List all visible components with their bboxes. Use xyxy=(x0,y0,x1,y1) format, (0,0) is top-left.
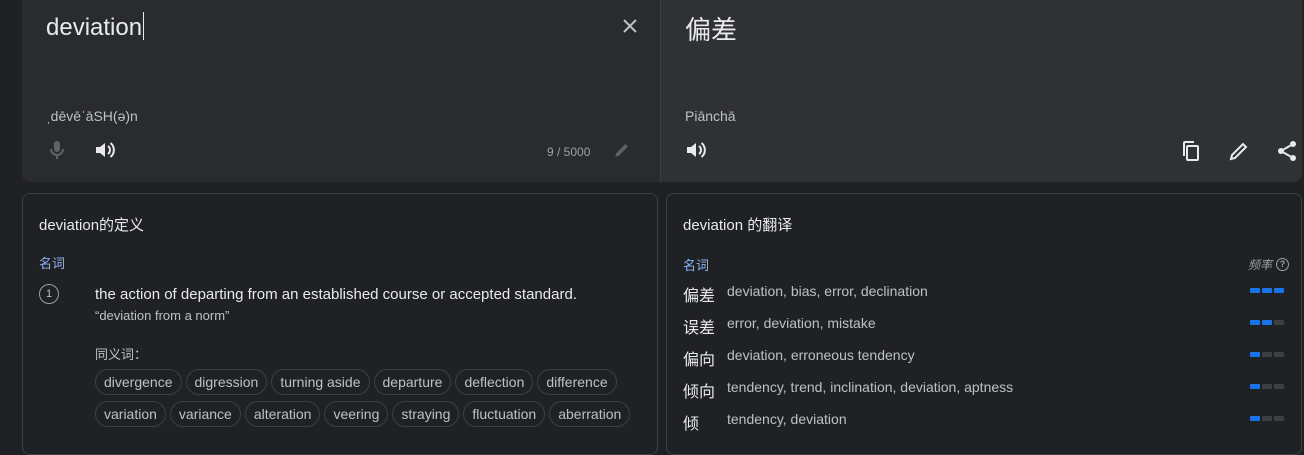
back-translations: deviation, erroneous tendency xyxy=(727,347,915,363)
speaker-icon xyxy=(687,142,706,158)
definitions-card: deviation的定义 名词 1 the action of departin… xyxy=(22,193,658,455)
edit-translation-button[interactable] xyxy=(1227,139,1251,163)
definition-example: “deviation from a norm” xyxy=(95,308,230,323)
back-translations: deviation, bias, error, declination xyxy=(727,283,928,299)
definition-number: 1 xyxy=(39,284,59,304)
synonym-chip[interactable]: variance xyxy=(169,401,241,427)
frequency-bar xyxy=(1274,384,1284,389)
back-translations: tendency, deviation xyxy=(727,411,847,427)
frequency-bars xyxy=(1250,416,1284,421)
translation-word[interactable]: 偏差 xyxy=(683,282,715,306)
translation-word[interactable]: 偏向 xyxy=(683,346,715,370)
pencil-icon xyxy=(1229,142,1248,161)
translation-word[interactable]: 倾向 xyxy=(683,378,715,402)
translation-part-of-speech: 名词 xyxy=(683,258,710,273)
frequency-bar xyxy=(1262,288,1272,293)
translation-row[interactable]: 偏差 deviation, bias, error, declination xyxy=(683,280,1284,306)
synonym-chip[interactable]: straying xyxy=(392,401,460,427)
frequency-bar xyxy=(1262,416,1272,421)
frequency-bars xyxy=(1250,288,1284,293)
definition-part-of-speech: 名词 xyxy=(39,256,66,271)
target-text: 偏差 xyxy=(685,15,738,45)
frequency-bar xyxy=(1250,384,1260,389)
translation-word[interactable]: 倾 xyxy=(683,410,699,434)
frequency-bar xyxy=(1262,352,1272,357)
frequency-header: 频率 ? xyxy=(1248,256,1289,273)
frequency-bars xyxy=(1250,384,1284,389)
synonym-chip[interactable]: alteration xyxy=(244,401,321,427)
microphone-button[interactable] xyxy=(45,138,69,162)
source-transliteration: ˌdēvēˈāSH(ə)n xyxy=(46,108,138,124)
synonym-chip[interactable]: variation xyxy=(95,401,166,427)
frequency-bar xyxy=(1274,352,1284,357)
source-pane: deviation ˌdēvēˈāSH(ə)n 9 / 5000 xyxy=(22,0,660,182)
translation-row[interactable]: 倾 tendency, deviation xyxy=(683,408,1284,434)
synonym-chip[interactable]: veering xyxy=(324,401,389,427)
synonym-chip[interactable]: deflection xyxy=(455,369,534,395)
synonyms-label: 同义词： xyxy=(95,347,148,362)
synonym-chip[interactable]: difference xyxy=(537,369,617,395)
source-text: deviation xyxy=(46,14,143,41)
frequency-bar xyxy=(1250,352,1260,357)
synonym-chip[interactable]: fluctuation xyxy=(463,401,546,427)
microphone-icon xyxy=(50,141,64,159)
translation-row[interactable]: 误差 error, deviation, mistake xyxy=(683,312,1284,338)
definition-text: the action of departing from an establis… xyxy=(95,286,577,303)
synonym-chip[interactable]: digression xyxy=(185,369,268,395)
frequency-bar xyxy=(1262,320,1272,325)
translation-word[interactable]: 误差 xyxy=(683,314,715,338)
synonym-chip[interactable]: divergence xyxy=(95,369,182,395)
close-icon xyxy=(623,19,637,33)
source-text-input[interactable]: deviation xyxy=(46,12,145,42)
clear-source-button[interactable] xyxy=(618,14,642,38)
frequency-label: 频率 xyxy=(1247,258,1272,272)
translation-row[interactable]: 偏向 deviation, erroneous tendency xyxy=(683,344,1284,370)
frequency-bar xyxy=(1250,320,1260,325)
frequency-bars xyxy=(1250,320,1284,325)
definitions-title: deviation的定义 xyxy=(39,217,145,234)
target-transliteration: Piānchā xyxy=(685,108,736,124)
share-button[interactable] xyxy=(1275,139,1299,163)
translations-card: deviation 的翻译 名词 频率 ? 偏差 deviation, bias,… xyxy=(666,193,1302,455)
listen-target-button[interactable] xyxy=(684,138,708,162)
copy-button[interactable] xyxy=(1179,139,1203,163)
frequency-bar xyxy=(1262,384,1272,389)
copy-icon xyxy=(1183,141,1199,161)
text-caret xyxy=(143,12,145,40)
frequency-bar xyxy=(1274,288,1284,293)
frequency-bars xyxy=(1250,352,1284,357)
handwriting-button[interactable] xyxy=(612,140,636,164)
speaker-icon xyxy=(96,142,115,158)
back-translations: error, deviation, mistake xyxy=(727,315,876,331)
synonym-chips: divergence digression turning aside depa… xyxy=(95,369,655,427)
back-translations: tendency, trend, inclination, deviation,… xyxy=(727,379,1014,395)
frequency-bar xyxy=(1250,288,1260,293)
pencil-icon xyxy=(615,144,628,157)
character-counter: 9 / 5000 xyxy=(547,145,591,159)
translations-title: deviation 的翻译 xyxy=(683,217,793,234)
synonym-chip[interactable]: departure xyxy=(373,369,452,395)
frequency-bar xyxy=(1274,320,1284,325)
help-icon[interactable]: ? xyxy=(1276,258,1289,271)
frequency-bar xyxy=(1274,416,1284,421)
target-pane: 偏差 Piānchā xyxy=(661,0,1302,182)
share-icon xyxy=(1278,141,1296,161)
translation-panel: deviation ˌdēvēˈāSH(ə)n 9 / 5000 偏差 Piān… xyxy=(22,0,1302,182)
synonym-chip[interactable]: aberration xyxy=(549,401,631,427)
listen-source-button[interactable] xyxy=(93,138,117,162)
synonym-chip[interactable]: turning aside xyxy=(271,369,370,395)
frequency-bar xyxy=(1250,416,1260,421)
translation-row[interactable]: 倾向 tendency, trend, inclination, deviatio… xyxy=(683,376,1284,402)
